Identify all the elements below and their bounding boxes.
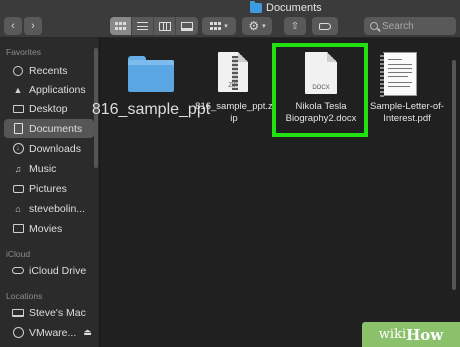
watermark-text: How	[406, 325, 444, 344]
sidebar-item-documents[interactable]: Documents	[4, 119, 94, 138]
chevron-right-icon: ›	[31, 20, 35, 32]
zip-file-icon: ZIP	[218, 52, 248, 92]
sidebar-item-label: Documents	[29, 122, 83, 135]
chevron-left-icon: ‹	[11, 20, 15, 32]
folder-icon	[250, 1, 262, 13]
disk-icon	[12, 327, 24, 338]
sidebar-item-label: Downloads	[29, 142, 81, 155]
sidebar-item-movies[interactable]: Movies	[4, 219, 94, 238]
window-title: Documents	[250, 1, 322, 15]
tags-button[interactable]	[312, 17, 338, 35]
list-view-button[interactable]	[132, 17, 154, 35]
chevron-down-icon: ▾	[262, 23, 266, 30]
search-placeholder: Search	[382, 20, 414, 32]
sidebar-item-label: Pictures	[29, 182, 67, 195]
sidebar-item-vmware[interactable]: VMware... ⏏	[4, 323, 94, 342]
sidebar-item-label: stevebolin...	[29, 202, 86, 215]
clock-icon	[12, 65, 24, 76]
camera-icon	[12, 183, 24, 194]
desktop-icon	[12, 103, 24, 114]
sidebar-item-label: iCloud Drive	[29, 264, 87, 277]
pdf-file-icon	[380, 52, 417, 97]
grid-icon	[115, 22, 126, 30]
gallery-view-button[interactable]	[176, 17, 198, 35]
eject-icon[interactable]: ⏏	[83, 327, 92, 338]
share-icon: ⇧	[290, 20, 300, 32]
icon-view-button[interactable]	[110, 17, 132, 35]
sidebar-heading-favorites: Favorites	[6, 47, 41, 57]
column-view-button[interactable]	[154, 17, 176, 35]
columns-icon	[158, 21, 171, 31]
music-icon: ♫	[14, 163, 22, 174]
docx-file-icon: DOCX	[305, 52, 337, 94]
search-field[interactable]: Search	[364, 17, 456, 35]
view-mode-control	[110, 17, 198, 35]
sidebar-item-label: Music	[29, 162, 57, 175]
file-name-line: Biography2.docx	[285, 113, 357, 124]
sidebar-heading-locations: Locations	[6, 291, 43, 301]
sidebar-item-pictures[interactable]: Pictures	[4, 179, 94, 198]
file-name-line: ip	[230, 113, 238, 124]
search-icon	[370, 22, 378, 30]
file-name: 816_sample_ppt	[91, 101, 211, 118]
applications-icon: ▲	[13, 84, 23, 95]
cloud-icon	[12, 265, 24, 276]
sidebar-item-label: Desktop	[29, 102, 68, 115]
sidebar-item-label: Steve's Mac	[29, 306, 86, 319]
share-button[interactable]: ⇧	[284, 17, 306, 35]
sidebar-item-desktop[interactable]: Desktop	[4, 99, 94, 118]
document-icon	[12, 123, 24, 134]
forward-button[interactable]: ›	[24, 17, 42, 35]
file-name-block: Sample-Letter-of- Interest.pdf	[361, 101, 453, 125]
list-icon	[137, 22, 148, 30]
back-button[interactable]: ‹	[4, 17, 22, 35]
home-icon: ⌂	[15, 203, 21, 214]
laptop-icon	[12, 307, 24, 318]
window-title-text: Documents	[266, 2, 322, 14]
sidebar-item-label: Recents	[29, 64, 68, 77]
docx-ext-label: DOCX	[312, 85, 330, 91]
sidebar-heading-icloud: iCloud	[6, 249, 31, 259]
action-button[interactable]: ⚙ ▾	[242, 17, 272, 35]
file-name-line: Nikola Tesla	[295, 101, 347, 112]
sidebar-item-icloud-drive[interactable]: iCloud Drive	[4, 261, 94, 280]
sidebar-item-label: Applications	[29, 83, 86, 96]
download-icon: ↓	[12, 143, 24, 154]
file-browser: 816_sample_ppt ZIP 816_sample_ppt.z ip D…	[91, 38, 460, 347]
file-name-line: Sample-Letter-of-	[370, 101, 444, 112]
sidebar-item-applications[interactable]: ▲ Applications	[4, 80, 94, 99]
sidebar-item-label: Movies	[29, 222, 63, 235]
zip-ext-label: ZIP	[228, 83, 238, 89]
wikihow-watermark: wiki How	[362, 322, 460, 347]
sidebar-item-mac[interactable]: Steve's Mac	[4, 303, 94, 322]
file-name-line: Interest.pdf	[383, 113, 431, 124]
file-name-block: Nikola Tesla Biography2.docx	[278, 101, 364, 125]
watermark-text: wiki	[378, 327, 407, 342]
file-name-block: 816_sample_ppt.z ip	[191, 101, 277, 125]
sidebar-item-recents[interactable]: Recents	[4, 61, 94, 80]
group-by-button[interactable]: ▾	[202, 17, 236, 35]
film-icon	[12, 223, 24, 234]
sidebar-item-label: VMware...	[29, 326, 77, 339]
sidebar-item-downloads[interactable]: ↓ Downloads	[4, 139, 94, 158]
gear-icon: ⚙	[248, 19, 260, 33]
sidebar-scrollbar[interactable]	[94, 38, 99, 338]
grid-icon	[210, 22, 222, 30]
gallery-icon	[181, 21, 193, 31]
chevron-down-icon: ▾	[224, 23, 228, 30]
folder-icon	[128, 56, 174, 92]
sidebar: Favorites Recents ▲ Applications Desktop…	[0, 38, 100, 347]
sidebar-item-music[interactable]: ♫ Music	[4, 159, 94, 178]
finder-toolbar: Documents ‹ › ▾ ⚙ ▾ ⇧ Search	[0, 0, 460, 38]
tag-icon	[319, 22, 331, 30]
file-name-line: 816_sample_ppt.z	[195, 101, 273, 112]
content-scrollbar[interactable]	[452, 60, 457, 300]
sidebar-item-home[interactable]: ⌂ stevebolin...	[4, 199, 94, 218]
